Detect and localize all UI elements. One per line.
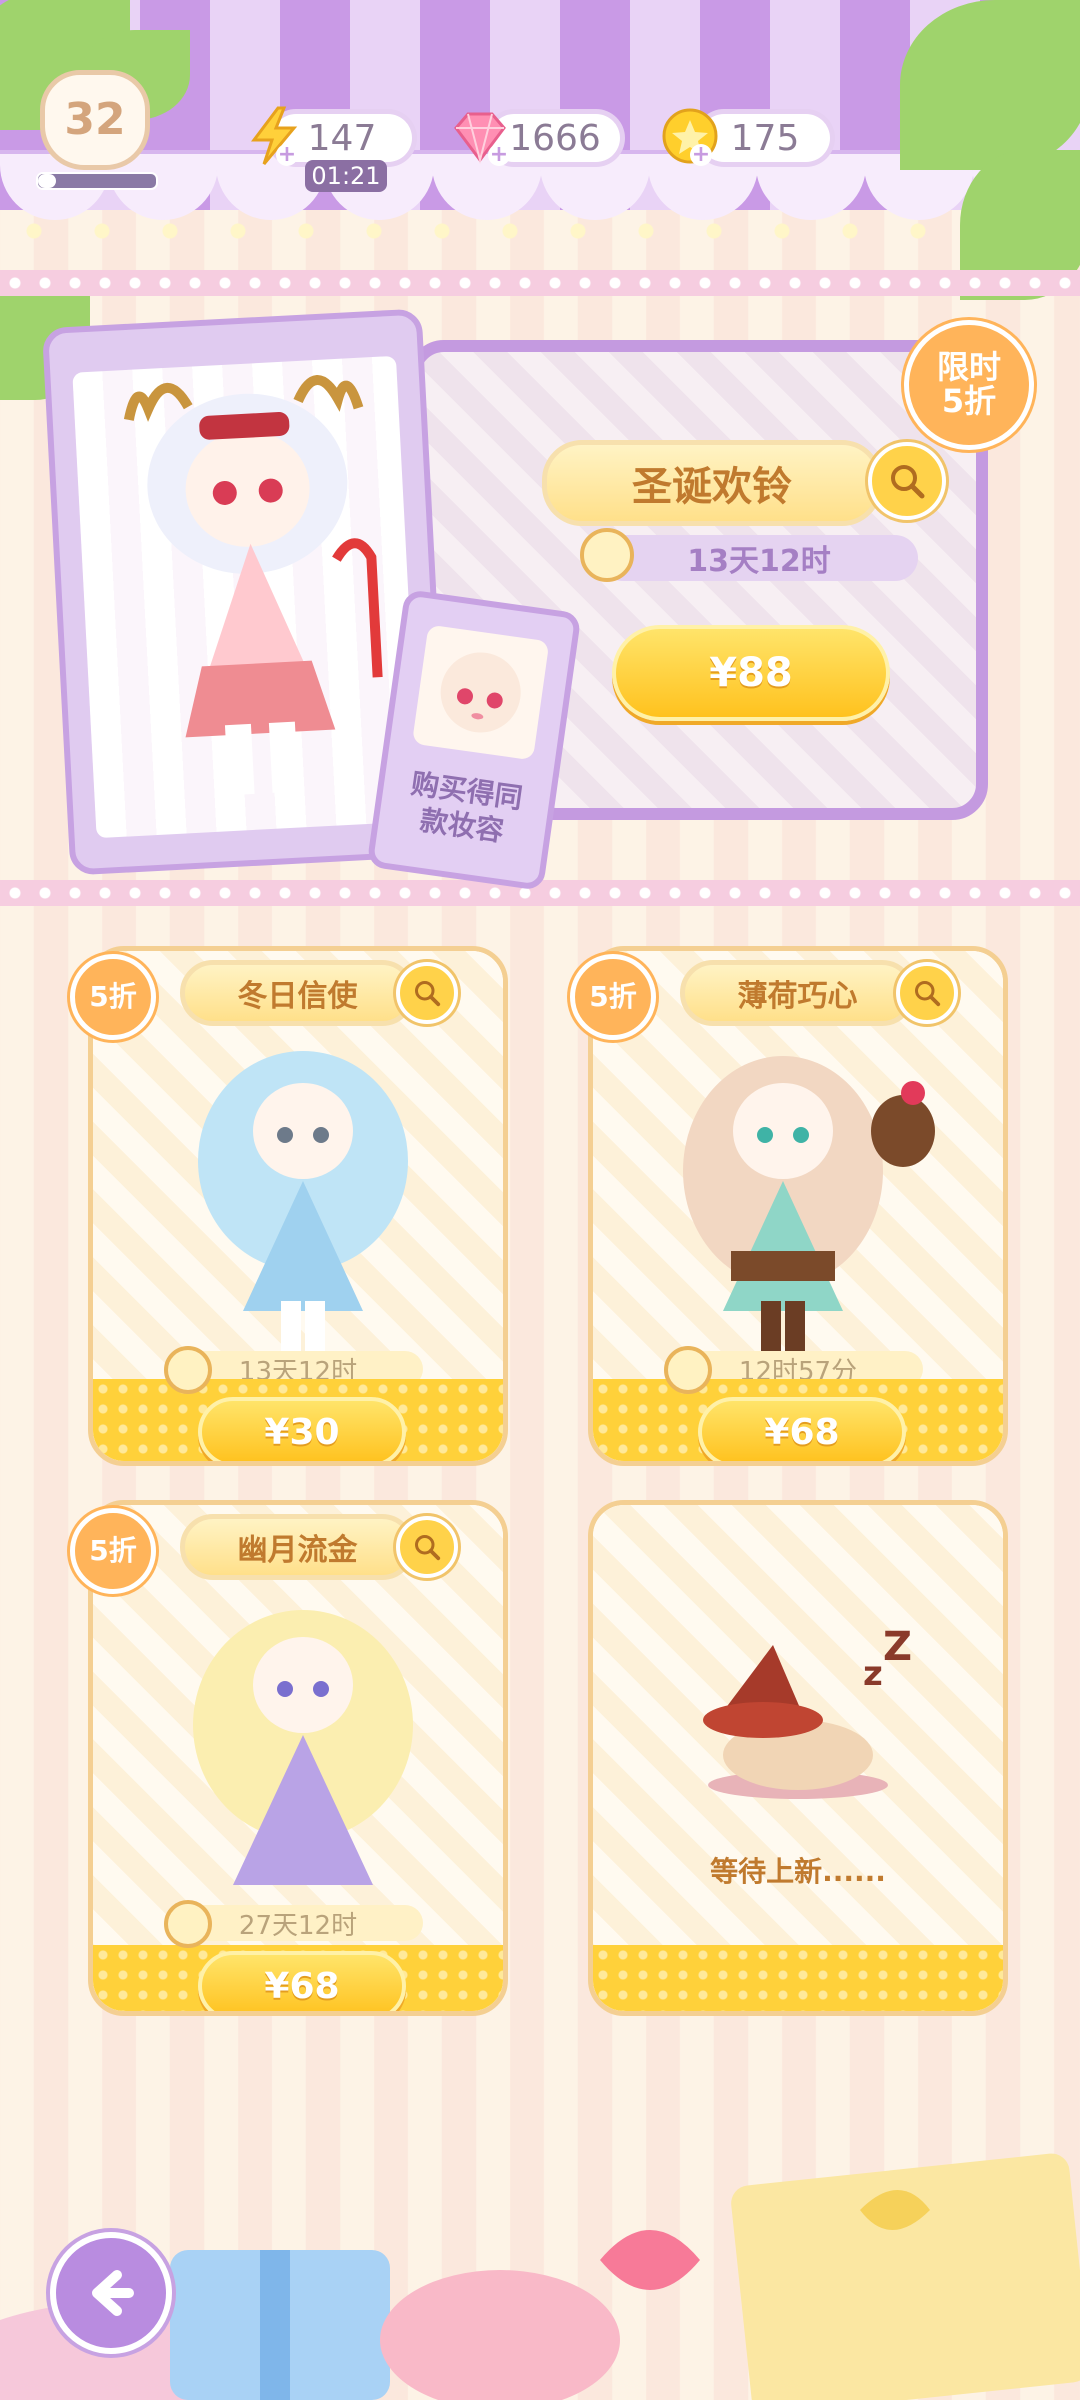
clock-icon xyxy=(580,528,634,582)
featured-timer-pill: 13天12时 xyxy=(600,535,918,581)
card-preview-button[interactable] xyxy=(396,1516,458,1578)
card-footer xyxy=(593,1945,1003,2011)
card-title: 冬日信使 xyxy=(237,979,358,1014)
featured-preview-button[interactable] xyxy=(868,442,946,520)
svg-text:Z: Z xyxy=(883,1625,912,1670)
card-price: ¥68 xyxy=(764,1411,840,1453)
leaf-decoration xyxy=(900,0,1080,170)
card-title-pill: 薄荷巧心 xyxy=(680,960,915,1026)
back-button[interactable] xyxy=(50,2232,172,2354)
card-title: 薄荷巧心 xyxy=(737,979,858,1014)
add-gems-icon[interactable]: + xyxy=(488,144,510,166)
featured-buy-button[interactable]: ¥88 xyxy=(612,625,890,721)
stamina-timer: 01:21 xyxy=(305,160,387,192)
buy-button[interactable]: ¥68 xyxy=(698,1397,906,1461)
featured-title: 圣诞欢铃 xyxy=(632,464,792,510)
add-coins-icon[interactable]: + xyxy=(690,144,712,166)
outfit-figure xyxy=(153,1610,413,1885)
card-title: 幽月流金 xyxy=(237,1533,358,1568)
magnifier-icon xyxy=(915,981,941,1007)
decorative-band xyxy=(0,880,1080,906)
buy-button[interactable]: ¥30 xyxy=(198,1397,406,1461)
gem-value: 1666 xyxy=(509,117,601,159)
coin-value: 175 xyxy=(730,117,800,159)
discount-badge: 5折 xyxy=(70,954,156,1040)
card-title-pill: 冬日信使 xyxy=(180,960,415,1026)
limited-discount-badge: 限时 5折 xyxy=(904,320,1034,450)
arrow-left-icon xyxy=(92,2270,134,2316)
card-timer: 27天12时 xyxy=(238,1910,358,1941)
magnifier-icon xyxy=(891,465,925,499)
clock-icon xyxy=(664,1346,712,1394)
bonus-makeup-tag[interactable]: 购买得同 款妆容 xyxy=(366,588,582,892)
stamina-value: 147 xyxy=(307,117,377,159)
outfit-figure xyxy=(198,1051,408,1351)
string-lights xyxy=(0,220,1080,242)
card-preview-button[interactable] xyxy=(396,962,458,1024)
makeup-face-preview xyxy=(440,652,521,733)
discount-text: 5折 xyxy=(589,980,637,1014)
clock-icon xyxy=(164,1900,212,1948)
experience-bar xyxy=(36,172,158,190)
empty-slot-text: 等待上新...... xyxy=(710,1855,886,1888)
empty-slot-card: z Z 等待上新...... xyxy=(588,1500,1008,2016)
buy-button[interactable]: ¥68 xyxy=(198,1951,406,2011)
card-title-pill: 幽月流金 xyxy=(180,1514,415,1580)
player-level: 32 xyxy=(64,94,126,145)
card-price: ¥68 xyxy=(264,1965,340,2007)
magnifier-icon xyxy=(415,1535,441,1561)
card-price: ¥30 xyxy=(264,1411,340,1453)
featured-price: ¥88 xyxy=(709,650,793,696)
featured-outfit-frame xyxy=(72,355,421,839)
discount-badge: 5折 xyxy=(70,1508,156,1594)
decorative-band xyxy=(0,270,1080,296)
featured-title-pill: 圣诞欢铃 xyxy=(542,440,882,526)
sleeping-cat-icon: z Z xyxy=(703,1625,912,1799)
featured-outfit-figure xyxy=(123,375,383,796)
clock-icon xyxy=(164,1346,212,1394)
featured-timer: 13天12时 xyxy=(687,544,831,579)
add-stamina-icon[interactable]: + xyxy=(276,144,298,166)
magnifier-icon xyxy=(415,981,441,1007)
discount-badge: 5折 xyxy=(570,954,656,1040)
bonus-makeup-face xyxy=(411,624,550,761)
player-level-badge[interactable]: 32 xyxy=(40,70,150,170)
experience-fill xyxy=(38,174,56,188)
outfit-figure xyxy=(683,1056,935,1351)
bonus-makeup-text: 购买得同 款妆容 xyxy=(409,766,525,848)
svg-text:z: z xyxy=(863,1654,883,1694)
discount-text: 5折 xyxy=(89,980,137,1014)
discount-text: 5折 xyxy=(89,1534,137,1568)
card-preview-button[interactable] xyxy=(896,962,958,1024)
limited-discount-text: 限时 5折 xyxy=(936,348,1001,420)
